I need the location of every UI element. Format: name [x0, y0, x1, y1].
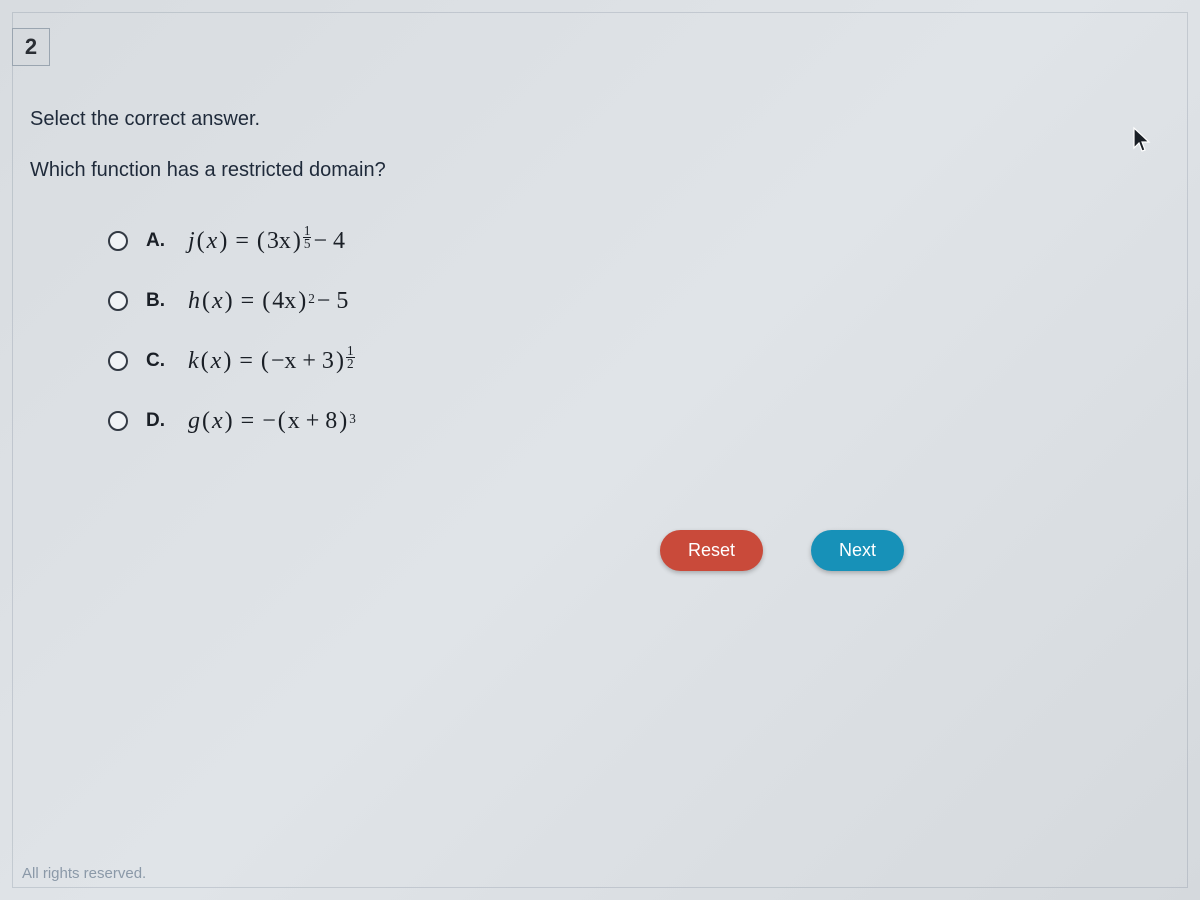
radio-icon[interactable]: [108, 291, 128, 311]
instruction-text: Select the correct answer.: [30, 108, 1170, 131]
button-row: Reset Next: [660, 530, 904, 571]
option-c[interactable]: C. k(x) = (−x + 3)12: [108, 340, 1170, 382]
option-b[interactable]: B. h(x) = (4x)2 − 5: [108, 280, 1170, 322]
option-d[interactable]: D. g(x) = −(x + 8)3: [108, 400, 1170, 442]
option-d-expression: g(x) = −(x + 8)3: [188, 408, 356, 435]
option-c-expression: k(x) = (−x + 3)12: [188, 348, 355, 375]
option-letter: A.: [146, 230, 170, 252]
radio-icon[interactable]: [108, 351, 128, 371]
radio-icon[interactable]: [108, 231, 128, 251]
radio-icon[interactable]: [108, 411, 128, 431]
option-letter: C.: [146, 350, 170, 372]
option-letter: D.: [146, 410, 170, 432]
reset-button[interactable]: Reset: [660, 530, 763, 571]
question-number: 2: [25, 34, 37, 60]
options-list: A. j(x) = (3x)15 − 4 B. h(x) = (4x)2 − 5…: [108, 220, 1170, 442]
content-area: Select the correct answer. Which functio…: [30, 108, 1170, 460]
option-a[interactable]: A. j(x) = (3x)15 − 4: [108, 220, 1170, 262]
footer-copyright: All rights reserved.: [22, 865, 146, 882]
question-number-badge: 2: [12, 28, 50, 66]
next-button[interactable]: Next: [811, 530, 904, 571]
question-text: Which function has a restricted domain?: [30, 159, 1170, 182]
option-letter: B.: [146, 290, 170, 312]
option-a-expression: j(x) = (3x)15 − 4: [188, 228, 345, 255]
option-b-expression: h(x) = (4x)2 − 5: [188, 288, 348, 315]
